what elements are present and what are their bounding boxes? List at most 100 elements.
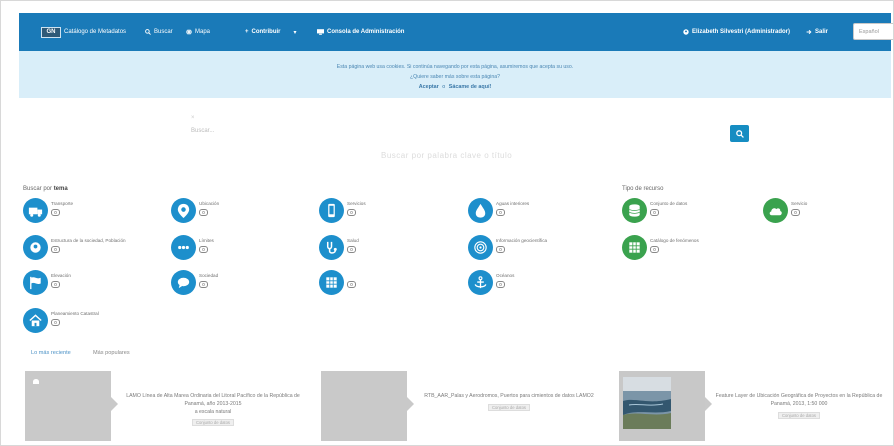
nav-user-label: Elizabeth Silvestri (Administrador) [692, 29, 791, 35]
cookie-message: Esta página web usa cookies. Si continúa… [336, 64, 574, 70]
theme-count-badge: 0 [51, 246, 60, 253]
record-card[interactable]: RTB_AAR_Palas y Aerodromos, Puertos para… [321, 371, 607, 441]
theme-count-badge: 0 [199, 209, 208, 216]
theme-icon-badge [319, 198, 344, 223]
theme-label: Catálogo de fenómenos [650, 238, 699, 243]
nav-catalog-link[interactable]: GN Catálogo de Metadatos [41, 26, 126, 38]
theme-label: Ubicación [199, 201, 220, 206]
theme-tile[interactable]: Océanos 0 [468, 270, 618, 298]
cookie-accept-link[interactable]: Aceptar [419, 84, 439, 90]
home-icon [29, 314, 42, 327]
theme-label: Transporte [51, 201, 74, 206]
cloud-icon [769, 208, 782, 216]
cookie-actions: Aceptar o Sácame de aquí! [19, 84, 891, 90]
theme-count-badge: 0 [51, 281, 60, 288]
theme-tile[interactable]: Información geocientífica 0 [468, 235, 618, 263]
nav-contribute-link[interactable]: + Contribuir ▾ [245, 26, 297, 38]
record-card[interactable]: Feature Layer de Ubicación Geográfica de… [619, 371, 889, 441]
theme-tile[interactable]: Catálogo de fenómenos 0 [622, 235, 772, 263]
theme-count-badge: 0 [496, 281, 505, 288]
flag-icon [30, 276, 41, 290]
record-title[interactable]: RTB_AAR_Palas y Aerodromos, Puertos para… [424, 393, 593, 399]
nav-contribute-label: Contribuir [251, 29, 281, 35]
language-value: Español [859, 28, 879, 35]
chat-icon [177, 277, 190, 289]
nav-search-label: Buscar [154, 29, 173, 35]
record-thumbnail [619, 371, 712, 441]
theme-icon-badge [23, 235, 48, 260]
cookie-separator: o [442, 84, 446, 90]
theme-label: Océanos [496, 273, 515, 278]
theme-count-badge: 0 [199, 281, 208, 288]
resource-type-badge: Conjunto de datos [778, 411, 820, 419]
theme-tile[interactable]: Estructura de la sociedad, Población 0 [23, 235, 173, 263]
theme-tile[interactable]: Transporte 0 [23, 198, 173, 226]
nav-map-link[interactable]: Mapa [186, 26, 210, 38]
record-title[interactable]: Feature Layer de Ubicación Geográfica de… [716, 393, 883, 407]
nav-catalog-label: Catálogo de Metadatos [64, 29, 127, 35]
theme-tile[interactable]: Elevación 0 [23, 270, 173, 298]
thumbnail-pointer [705, 397, 712, 411]
water-drop-icon [475, 203, 486, 218]
people-icon [30, 242, 41, 253]
theme-count-badge: 0 [650, 209, 659, 216]
search-clear-icon[interactable]: × [191, 115, 195, 121]
anchor-icon [474, 276, 487, 289]
thumbnail-pointer [111, 397, 118, 411]
theme-count-badge: 0 [199, 246, 208, 253]
theme-icon-badge [468, 198, 493, 223]
record-title[interactable]: LAMO Línea de Alta Marea Ordinaria del L… [126, 393, 300, 407]
language-select[interactable]: Español ▼ [853, 23, 893, 40]
nav-logout-link[interactable]: Salir [806, 26, 828, 38]
page-frame: GN Catálogo de Metadatos Buscar Mapa + C… [0, 0, 894, 446]
themes-heading-prefix: Buscar por [23, 186, 53, 192]
logout-icon [806, 29, 812, 35]
tab-popular[interactable]: Más populares [93, 350, 130, 356]
theme-icon-badge [319, 270, 344, 295]
theme-count-badge: 0 [347, 209, 356, 216]
theme-tile[interactable]: Límites 0 [171, 235, 321, 263]
theme-label: Estructura de la sociedad, Población [51, 238, 126, 243]
mobile-icon [328, 203, 335, 218]
theme-tile[interactable]: Servicio 0 [763, 198, 893, 226]
nav-search-link[interactable]: Buscar [145, 26, 173, 38]
theme-tile[interactable]: 0 [319, 270, 469, 298]
theme-label: Salud [347, 238, 359, 243]
resource-type-badge: Conjunto de datos [488, 403, 530, 411]
theme-icon-badge [468, 235, 493, 260]
theme-tile[interactable]: Planeamiento Catastral 0 [23, 308, 173, 336]
theme-icon-badge [319, 235, 344, 260]
nav-user-menu[interactable]: Elizabeth Silvestri (Administrador) [683, 26, 790, 38]
theme-tile[interactable]: Sociedad 0 [171, 270, 321, 298]
theme-tile[interactable]: Salud 0 [319, 235, 469, 263]
record-thumbnail [321, 371, 414, 441]
theme-label: Límites [199, 238, 214, 243]
theme-count-badge: 0 [496, 209, 505, 216]
record-title-block: RTB_AAR_Palas y Aerodromos, Puertos para… [415, 393, 603, 411]
search-input[interactable]: Buscar... [191, 128, 214, 134]
nav-admin-link[interactable]: Consola de Administración [317, 26, 404, 38]
chevron-down-icon: ▾ [293, 29, 297, 36]
search-hint: Buscar por palabra clave o título [381, 151, 513, 160]
cookie-more-info-link[interactable]: ¿Quiere saber más sobre esta página? [19, 74, 891, 80]
search-button[interactable] [730, 125, 749, 142]
theme-label: Elevación [51, 273, 71, 278]
theme-label: Sociedad [199, 273, 219, 278]
tab-latest[interactable]: Lo más reciente [31, 350, 71, 356]
theme-count-badge: 0 [791, 209, 800, 216]
admin-console-icon [317, 29, 324, 35]
theme-tile[interactable]: Servicios 0 [319, 198, 469, 226]
theme-count-badge: 0 [347, 281, 356, 288]
cookie-leave-link[interactable]: Sácame de aquí! [449, 84, 492, 90]
theme-icon-badge [468, 270, 493, 295]
theme-tile[interactable]: Aguas interiores 0 [468, 198, 618, 226]
plus-icon: + [245, 29, 249, 35]
aerial-photo-thumbnail [619, 371, 705, 441]
truck-icon [28, 207, 43, 217]
record-card[interactable]: LAMO Línea de Alta Marea Ordinaria del L… [25, 371, 311, 441]
theme-tile[interactable]: Conjunto de datos 0 [622, 198, 772, 226]
catalog-logo-icon: GN [41, 26, 61, 38]
user-icon [683, 29, 689, 35]
stethoscope-icon [326, 241, 337, 254]
theme-tile[interactable]: Ubicación 0 [171, 198, 321, 226]
